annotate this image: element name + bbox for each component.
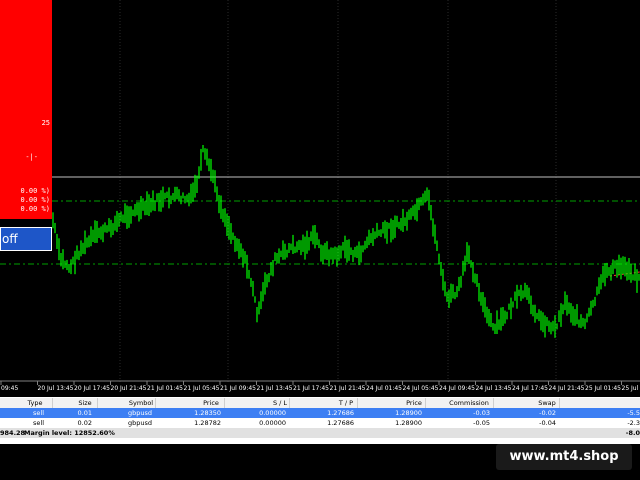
- time-tick-label: 21 Jul 21:45: [330, 385, 366, 392]
- toggle-off-button[interactable]: off: [0, 227, 52, 251]
- margin-level: Margin level: 12852.60%: [24, 429, 115, 437]
- col-header-size[interactable]: Size: [70, 398, 100, 408]
- time-tick-label: 09:45: [1, 385, 18, 392]
- col-header-current-price[interactable]: Price: [400, 398, 428, 408]
- col-header-tp[interactable]: T / P: [332, 398, 360, 408]
- balance-profit: -8.0: [625, 429, 640, 437]
- order-sl: 0.00000: [259, 409, 286, 417]
- time-tick-label: 24 Jul 17:45: [512, 385, 548, 392]
- order-sl: 0.00000: [259, 419, 286, 427]
- col-header-type[interactable]: Type: [20, 398, 50, 408]
- order-swap: -0.04: [539, 419, 556, 427]
- balance-row: 984.28 Margin level: 12852.60% -8.0: [0, 428, 640, 438]
- order-symbol: gbpusd: [127, 419, 152, 427]
- order-symbol: gbpusd: [127, 409, 152, 417]
- time-axis: 09:45 20 Jul 13:45 20 Jul 17:45 20 Jul 21:4…: [0, 380, 640, 392]
- balance-value: 984.28: [0, 429, 26, 437]
- order-price: 1.28350: [194, 409, 221, 417]
- order-current-price: 1.28900: [395, 409, 422, 417]
- price-bars: [52, 145, 640, 338]
- panel-text-3: 0.00 %): [20, 187, 50, 195]
- order-current-price: 1.28900: [395, 419, 422, 427]
- time-tick-label: 24 Jul 13:45: [476, 385, 512, 392]
- col-header-commission[interactable]: Commission: [446, 398, 492, 408]
- time-tick-label: 21 Jul 13:45: [257, 385, 293, 392]
- panel-text-4: 0.00 %): [20, 196, 50, 204]
- order-tp: 1.27686: [327, 409, 354, 417]
- col-header-price[interactable]: Price: [196, 398, 226, 408]
- order-size: 0.02: [77, 419, 92, 427]
- time-tick-label: 24 Jul 09:45: [439, 385, 475, 392]
- order-row[interactable]: sell 0.02 gbpusd 1.28782 0.00000 1.27686…: [0, 418, 640, 428]
- panel-text-5: 0.00 %): [20, 205, 50, 213]
- time-tick-label: 24 Jul 21:45: [549, 385, 585, 392]
- order-profit: -5.5: [627, 409, 640, 417]
- order-commission: -0.03: [473, 409, 490, 417]
- time-tick-label: 21 Jul 17:45: [293, 385, 329, 392]
- panel-text-1: 25: [41, 119, 50, 127]
- time-tick-label: 20 Jul 21:45: [111, 385, 147, 392]
- col-header-symbol[interactable]: Symbol: [124, 398, 158, 408]
- order-profit: -2.3: [627, 419, 640, 427]
- price-chart[interactable]: 09:45 20 Jul 13:45 20 Jul 17:45 20 Jul 21:4…: [0, 0, 640, 395]
- order-price: 1.28782: [194, 419, 221, 427]
- time-tick-label: 24 Jul 05:45: [403, 385, 439, 392]
- order-size: 0.01: [77, 409, 92, 417]
- panel-text-2: -|-: [25, 153, 38, 161]
- terminal-panel: Type Size Symbol Price S / L T / P Price…: [0, 397, 640, 444]
- order-swap: -0.02: [539, 409, 556, 417]
- time-tick-label: 21 Jul 05:45: [184, 385, 220, 392]
- time-tick-label: 24 Jul 01:45: [366, 385, 402, 392]
- order-row[interactable]: sell 0.01 gbpusd 1.28350 0.00000 1.27686…: [0, 408, 640, 418]
- col-header-swap[interactable]: Swap: [532, 398, 562, 408]
- time-tick-label: 20 Jul 17:45: [74, 385, 110, 392]
- time-tick-label: 21 Jul 09:45: [220, 385, 256, 392]
- order-type: sell: [33, 409, 44, 417]
- order-tp: 1.27686: [327, 419, 354, 427]
- time-tick-label: 21 Jul 01:45: [147, 385, 183, 392]
- chart-level-lines: [0, 176, 640, 277]
- info-panel: 25 -|- 0.00 %) 0.00 %) 0.00 %): [0, 0, 52, 219]
- watermark-logo: www.mt4.shop: [496, 444, 632, 470]
- time-tick-label: 25 Jul 05:45: [622, 385, 640, 392]
- time-tick-label: 25 Jul 01:45: [585, 385, 621, 392]
- time-tick-label: 20 Jul 13:45: [38, 385, 74, 392]
- order-commission: -0.05: [473, 419, 490, 427]
- order-type: sell: [33, 419, 44, 427]
